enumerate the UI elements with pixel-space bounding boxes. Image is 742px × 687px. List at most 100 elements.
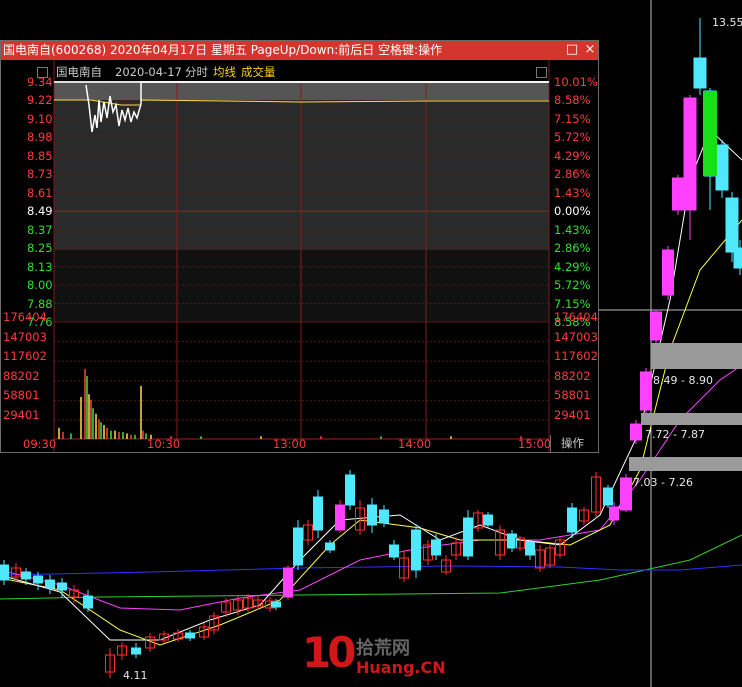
- candle-body-57: [640, 371, 652, 411]
- intraday-window[interactable]: 国电南自(600268) 2020年04月17日 星期五 PageUp/Down…: [0, 40, 599, 453]
- candle-body-64: [715, 144, 729, 191]
- candle-body-40: [463, 517, 473, 557]
- pct-label-up: 5.72%: [554, 130, 591, 145]
- price-label-up: 9.34: [27, 75, 53, 89]
- volume-label-right: 29401: [554, 408, 591, 422]
- candle-body-32: [379, 509, 389, 524]
- candle-body-27: [325, 542, 335, 551]
- price-label-down: 7.88: [27, 296, 53, 311]
- price-label-up: 9.10: [27, 111, 53, 126]
- pct-label-down: 4.29%: [554, 259, 591, 274]
- volume-label-right: 176404: [554, 310, 598, 324]
- candle-body-29: [345, 474, 355, 506]
- candle-body-28: [335, 504, 345, 531]
- high-label: 13.55: [712, 16, 742, 29]
- candle-body-5: [57, 582, 67, 591]
- price-label-down: 8.37: [27, 222, 53, 237]
- action-label: 操作: [561, 436, 584, 450]
- volume-label-right: 147003: [554, 329, 598, 344]
- candle-body-31: [367, 504, 377, 526]
- pct-label-up: 1.43%: [554, 185, 591, 200]
- expand-icon-right[interactable]: [536, 67, 547, 78]
- action-button[interactable]: 操作: [550, 435, 597, 452]
- candle-body-62: [693, 57, 707, 89]
- range-band-1: [651, 343, 742, 369]
- candle-body-23: [283, 567, 293, 598]
- pct-label-base: 0.00%: [554, 204, 591, 219]
- volume-label-left: 88202: [3, 368, 40, 383]
- chart-mode: 分时: [185, 65, 208, 79]
- candle-body-limit-down: [703, 91, 717, 176]
- candle-body-54: [609, 506, 619, 521]
- price-label-down: 8.00: [27, 278, 53, 293]
- candle-body-2: [21, 571, 31, 580]
- pct-label-up: 7.15%: [554, 111, 591, 126]
- candle-body-42: [483, 514, 493, 526]
- price-label-up: 8.73: [27, 167, 53, 182]
- close-button[interactable]: ×: [583, 43, 597, 57]
- time-label: 14:00: [398, 437, 432, 451]
- candle-body-65: [725, 197, 739, 253]
- volume-label-right: 117602: [554, 349, 598, 364]
- watermark-en: Huang.CN: [356, 658, 446, 677]
- candle-body-60: [672, 177, 684, 211]
- volume-label-left: 58801: [3, 388, 40, 403]
- watermark-cn: 拾荒网: [356, 638, 410, 659]
- candle-body-4: [45, 579, 55, 589]
- watermark: 10 拾荒网 Huang.CN: [300, 628, 446, 682]
- pct-label-up: 8.58%: [554, 93, 591, 108]
- volume-label-right: 58801: [554, 388, 591, 403]
- candle-body-55: [620, 477, 632, 511]
- range-label-3: 7.03 - 7.26: [633, 476, 693, 489]
- pct-label-up: 4.29%: [554, 148, 591, 163]
- pct-label-down: 7.15%: [554, 296, 591, 311]
- candle-body-3: [33, 575, 43, 584]
- pct-label-up: 2.86%: [554, 167, 591, 182]
- pct-label-down: 1.43%: [554, 222, 591, 237]
- window-title: 国电南自(600268) 2020年04月17日 星期五 PageUp/Down…: [3, 43, 443, 57]
- maximize-button[interactable]: □: [565, 43, 579, 57]
- candle-body-10: [131, 647, 141, 655]
- candle-body-0: [0, 564, 9, 581]
- price-label-up: 9.22: [27, 93, 53, 108]
- intraday-chart: [53, 60, 550, 452]
- avg-line-label: 均线: [213, 65, 236, 79]
- candle-body-53: [603, 487, 613, 506]
- range-label-1: 8.49 - 8.90: [653, 374, 713, 387]
- candle-body-56: [630, 423, 642, 441]
- candle-body-61: [683, 97, 697, 211]
- candle-body-35: [411, 529, 421, 571]
- candle-body-50: [567, 507, 577, 533]
- time-label: 09:30: [23, 437, 57, 451]
- candle-body-7: [83, 595, 93, 609]
- price-label-up: 8.61: [27, 185, 53, 200]
- time-label: 10:30: [147, 437, 181, 451]
- candle-body-59: [662, 249, 674, 296]
- price-label-base: 8.49: [27, 204, 53, 219]
- candle-body-22: [271, 601, 281, 608]
- candle-body-33: [389, 544, 399, 558]
- price-label-down: 8.13: [27, 259, 53, 274]
- range-band-3: [629, 457, 742, 471]
- price-label-down: 8.25: [27, 241, 53, 256]
- volume-label-left: 147003: [3, 329, 47, 344]
- candle-body-58: [650, 311, 662, 341]
- pct-label-down: 2.86%: [554, 241, 591, 256]
- watermark-number: 10: [302, 628, 356, 677]
- volume-label-right: 88202: [554, 368, 591, 383]
- range-band-2: [641, 413, 742, 425]
- volume-label-left: 117602: [3, 349, 47, 364]
- pct-label-down: 5.72%: [554, 278, 591, 293]
- range-label-2: 7.72 - 7.87: [645, 428, 705, 441]
- candle-body-26: [313, 496, 323, 531]
- candle-body-14: [185, 632, 195, 639]
- window-titlebar[interactable]: 国电南自(600268) 2020年04月17日 星期五 PageUp/Down…: [1, 41, 598, 60]
- candle-body-46: [525, 541, 535, 556]
- volume-label: 成交量: [241, 65, 276, 79]
- pct-label-up: 10.01%: [554, 75, 598, 89]
- time-label: 13:00: [273, 437, 307, 451]
- volume-label-left: 176404: [3, 310, 47, 324]
- price-label-up: 8.98: [27, 130, 53, 145]
- price-label-up: 8.85: [27, 148, 53, 163]
- candle-body-24: [293, 527, 303, 566]
